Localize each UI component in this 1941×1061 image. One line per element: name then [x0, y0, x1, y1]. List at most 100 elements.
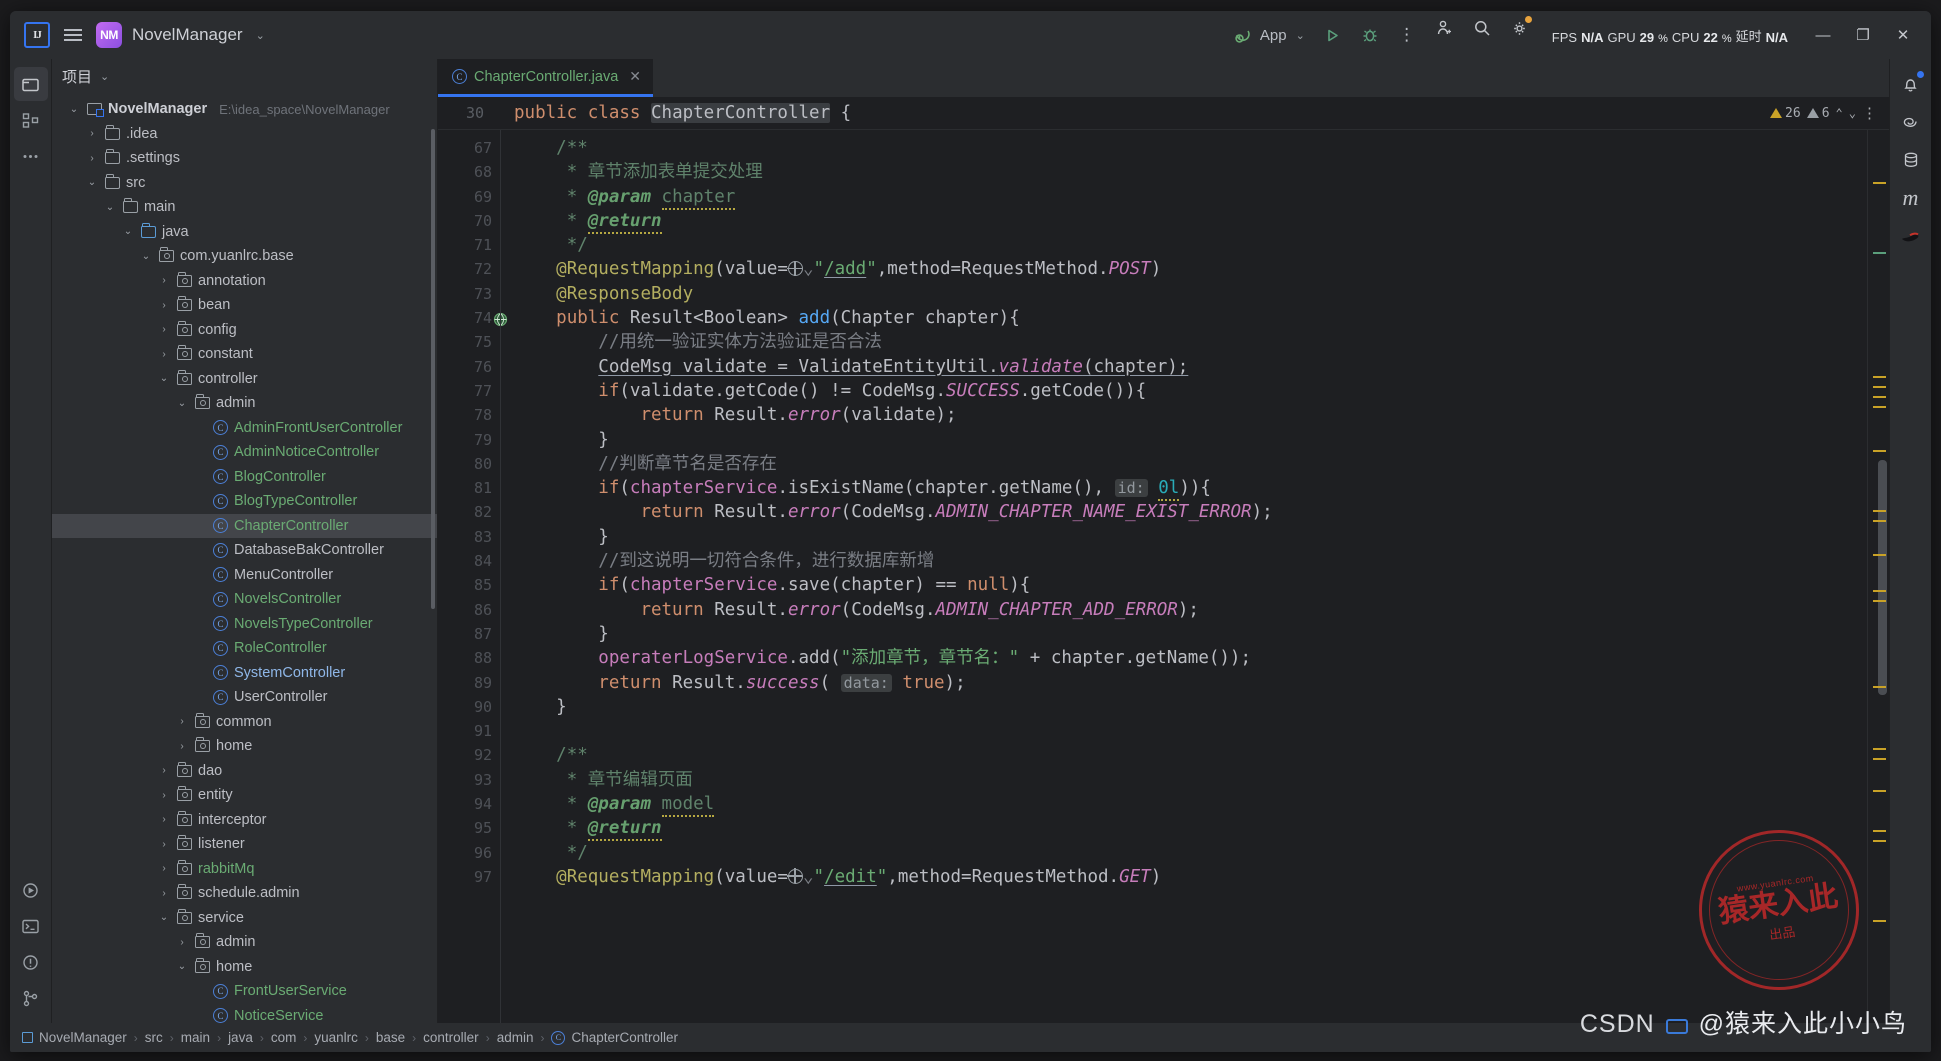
tree-item-src[interactable]: ⌄ src — [52, 171, 437, 196]
breadcrumb-item-admin[interactable]: admin — [497, 1030, 534, 1045]
project-name-label[interactable]: NovelManager — [132, 25, 243, 45]
line-number-97[interactable]: 97 — [438, 865, 492, 889]
run-button[interactable] — [1316, 18, 1350, 52]
tree-item-home[interactable]: › home — [52, 734, 437, 759]
tree-expand-arrow[interactable]: › — [157, 275, 171, 286]
error-stripe-marker[interactable] — [1873, 686, 1886, 688]
error-stripe-marker[interactable] — [1873, 520, 1886, 522]
tree-expand-arrow[interactable]: ⌄ — [85, 177, 99, 188]
next-problem-icon[interactable]: ⌄ — [1849, 106, 1856, 120]
tree-expand-arrow[interactable]: ⌄ — [121, 226, 135, 237]
project-badge[interactable]: NM — [96, 22, 122, 48]
line-number-87[interactable]: 87 — [438, 622, 492, 646]
notifications-button[interactable] — [1894, 67, 1928, 101]
tree-item-adminfrontusercontroller[interactable]: ›CAdminFrontUserController — [52, 416, 437, 441]
tree-item-service[interactable]: ⌄ service — [52, 906, 437, 931]
sidebar-item-problems[interactable] — [14, 945, 48, 979]
tree-item-blogcontroller[interactable]: ›CBlogController — [52, 465, 437, 490]
debug-button[interactable] — [1353, 18, 1387, 52]
line-number-71[interactable]: 71 — [438, 233, 492, 257]
weak-warning-count-chip[interactable]: 6 — [1806, 106, 1830, 121]
sidebar-item-run[interactable] — [14, 873, 48, 907]
error-stripe-marker[interactable] — [1873, 396, 1886, 398]
tree-expand-arrow[interactable]: ⌄ — [103, 202, 117, 213]
breadcrumb-item-novelmanager[interactable]: NovelManager — [22, 1030, 127, 1045]
tree-item-rabbitmq[interactable]: › rabbitMq — [52, 857, 437, 882]
tree-expand-arrow[interactable]: › — [157, 790, 171, 801]
tree-item-bean[interactable]: › bean — [52, 293, 437, 318]
error-stripe-marker[interactable] — [1873, 758, 1886, 760]
line-number-78[interactable]: 78 — [438, 403, 492, 427]
line-number-89[interactable]: 89 — [438, 671, 492, 695]
code-content[interactable]: /** * 章节添加表单提交处理 * @param chapter * @ret… — [500, 130, 1867, 1023]
tree-item-admin[interactable]: ⌄ admin — [52, 391, 437, 416]
inspection-widget[interactable]: 26 6 ⌃ ⌄ ⋮ — [1770, 104, 1877, 122]
maximize-button[interactable]: ❐ — [1843, 18, 1883, 52]
project-tree[interactable]: ⌄ NovelManager E:\idea_space\NovelManager ›… — [52, 93, 437, 1023]
tree-expand-arrow[interactable]: › — [157, 324, 171, 335]
main-menu-icon[interactable] — [60, 22, 86, 48]
prev-problem-icon[interactable]: ⌃ — [1836, 106, 1843, 120]
database-tool-button[interactable] — [1894, 143, 1928, 177]
tree-item-blogtypecontroller[interactable]: ›CBlogTypeController — [52, 489, 437, 514]
line-number-72[interactable]: 72 — [438, 257, 492, 281]
line-number-85[interactable]: 85 — [438, 573, 492, 597]
more-actions-button[interactable]: ⋮ — [1390, 18, 1424, 52]
error-stripe-marker[interactable] — [1873, 182, 1886, 184]
breadcrumb-item-chaptercontroller[interactable]: C ChapterController — [551, 1030, 678, 1045]
tree-item-novelstypecontroller[interactable]: ›CNovelsTypeController — [52, 612, 437, 637]
error-stripe-marker[interactable] — [1873, 554, 1886, 556]
tree-item-home[interactable]: ⌄ home — [52, 955, 437, 980]
line-number-93[interactable]: 93 — [438, 768, 492, 792]
error-stripe-marker[interactable] — [1873, 830, 1886, 832]
run-configuration-selector[interactable]: App ⌄ — [1226, 22, 1313, 48]
tree-item-admin[interactable]: › admin — [52, 930, 437, 955]
error-stripe-marker[interactable] — [1873, 406, 1886, 408]
line-number-68[interactable]: 68 — [438, 160, 492, 184]
tree-item-common[interactable]: › common — [52, 710, 437, 735]
line-number-gutter[interactable]: 67 68 69 70 71 72 73 74 75 76 77 78 79 80 81 82 83 84 85 86… — [438, 130, 508, 1023]
sidebar-item-version-control[interactable] — [14, 981, 48, 1015]
line-number-88[interactable]: 88 — [438, 646, 492, 670]
line-number-90[interactable]: 90 — [438, 695, 492, 719]
sidebar-item-structure[interactable] — [14, 103, 48, 137]
warning-count-chip[interactable]: 26 — [1770, 106, 1801, 121]
breadcrumb-item-com[interactable]: com — [271, 1030, 297, 1045]
tree-expand-arrow[interactable]: › — [157, 839, 171, 850]
tree-expand-arrow[interactable]: › — [175, 716, 189, 727]
tree-item-controller[interactable]: ⌄ controller — [52, 367, 437, 392]
tree-item-interceptor[interactable]: › interceptor — [52, 808, 437, 833]
line-number-79[interactable]: 79 — [438, 428, 492, 452]
tree-expand-arrow[interactable]: › — [157, 349, 171, 360]
line-number-74[interactable]: 74 — [438, 306, 508, 330]
error-stripe-marker[interactable] — [1873, 590, 1886, 592]
error-stripe-marker[interactable] — [1873, 252, 1886, 254]
tree-item-main[interactable]: ⌄ main — [52, 195, 437, 220]
error-stripe-marker[interactable] — [1873, 748, 1886, 750]
error-stripe-marker[interactable] — [1873, 790, 1886, 792]
line-number-81[interactable]: 81 — [438, 476, 492, 500]
tree-expand-arrow[interactable]: ⌄ — [175, 398, 189, 409]
line-number-77[interactable]: 77 — [438, 379, 492, 403]
error-stripe-marker[interactable] — [1873, 386, 1886, 388]
minimize-button[interactable]: — — [1803, 18, 1843, 52]
breadcrumb-item-java[interactable]: java — [228, 1030, 253, 1045]
tree-item-novelscontroller[interactable]: ›CNovelsController — [52, 587, 437, 612]
error-stripe-marker[interactable] — [1873, 376, 1886, 378]
tree-expand-arrow[interactable]: › — [85, 128, 99, 139]
project-tree-scrollbar[interactable] — [431, 129, 435, 609]
sidebar-item-more[interactable] — [14, 139, 48, 173]
chili-tool-button[interactable] — [1894, 219, 1928, 253]
tree-item-listener[interactable]: › listener — [52, 832, 437, 857]
line-number-69[interactable]: 69 — [438, 185, 492, 209]
line-number-94[interactable]: 94 — [438, 792, 492, 816]
line-number-73[interactable]: 73 — [438, 282, 492, 306]
code-viewport[interactable]: 67 68 69 70 71 72 73 74 75 76 77 78 79 80 81 82 83 84 85 86… — [438, 130, 1889, 1023]
tree-item-dao[interactable]: › dao — [52, 759, 437, 784]
tree-expand-arrow[interactable]: ⌄ — [157, 373, 171, 384]
sidebar-item-project[interactable] — [13, 67, 48, 101]
settings-button[interactable] — [1503, 11, 1537, 45]
inspection-more-icon[interactable]: ⋮ — [1862, 104, 1877, 122]
chevron-down-icon[interactable]: ⌄ — [256, 29, 265, 42]
line-number-92[interactable]: 92 — [438, 743, 492, 767]
